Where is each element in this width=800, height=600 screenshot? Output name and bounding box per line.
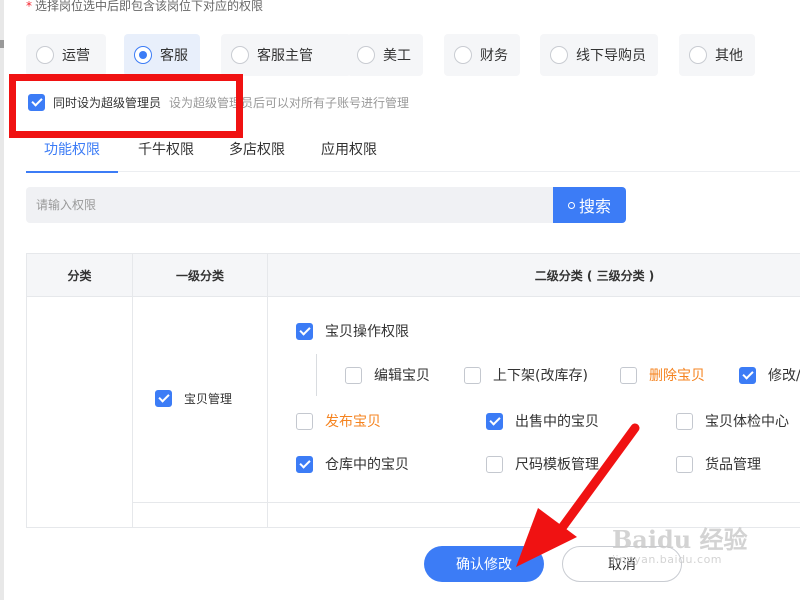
- checkbox[interactable]: [464, 366, 481, 384]
- row-divider: [132, 502, 268, 503]
- checkbox[interactable]: [739, 366, 756, 384]
- role-option-service[interactable]: 客服: [124, 34, 200, 76]
- sub-item-modify[interactable]: 修改/: [739, 365, 800, 385]
- radio-icon: [357, 46, 375, 64]
- role-label: 美工: [383, 48, 411, 64]
- item-label: 发布宝贝: [325, 414, 381, 430]
- role-option-ops[interactable]: 运营: [26, 34, 106, 76]
- tab-function-permissions[interactable]: 功能权限: [26, 140, 118, 173]
- header-level1: 一级分类: [175, 268, 224, 283]
- left-edge-strip: [0, 0, 4, 600]
- group-goods-operations[interactable]: 宝贝操作权限: [296, 321, 409, 341]
- role-label: 客服: [160, 48, 188, 64]
- role-label: 财务: [480, 48, 508, 64]
- baidu-jingyan-watermark: Baidu 经验 jingyan.baidu.com: [612, 520, 748, 566]
- item-label: 编辑宝贝: [374, 368, 430, 384]
- permission-table: 分类 一级分类 二级分类 ( 三级分类 ): [26, 253, 800, 528]
- confirm-button[interactable]: 确认修改: [424, 546, 544, 582]
- checkbox[interactable]: [620, 366, 637, 384]
- item-publish-goods[interactable]: 发布宝贝: [296, 411, 381, 431]
- permission-tabs: 功能权限 千牛权限 多店权限 应用权限: [26, 140, 800, 173]
- checkbox[interactable]: [296, 322, 313, 340]
- header-level2: 二级分类 ( 三级分类 ): [534, 268, 655, 283]
- sub-item-delete-goods[interactable]: 删除宝贝: [620, 365, 705, 385]
- checkbox[interactable]: [296, 455, 313, 473]
- role-label: 运营: [62, 48, 90, 64]
- radio-icon: [689, 46, 707, 64]
- search-icon: [567, 201, 575, 209]
- watermark-logo-text: Baidu 经验: [612, 525, 748, 554]
- required-star: *: [26, 0, 32, 13]
- checkbox[interactable]: [296, 412, 313, 430]
- role-option-other[interactable]: 其他: [679, 34, 755, 76]
- row-divider: [268, 502, 800, 503]
- checkbox[interactable]: [486, 412, 503, 430]
- role-label: 线下导购员: [576, 48, 646, 64]
- search-button-label: 搜索: [578, 197, 611, 216]
- item-label: 尺码模板管理: [515, 457, 599, 473]
- item-label: 删除宝贝: [649, 368, 705, 384]
- sub-item-edit-goods[interactable]: 编辑宝贝: [345, 365, 430, 385]
- item-size-template[interactable]: 尺码模板管理: [486, 454, 599, 474]
- radio-icon: [231, 46, 249, 64]
- search-button[interactable]: 搜索: [553, 187, 626, 223]
- tab-qianniu-permissions[interactable]: 千牛权限: [136, 140, 196, 172]
- item-warehouse-goods[interactable]: 仓库中的宝贝: [296, 454, 409, 474]
- role-hint: * 选择岗位选中后即包含该岗位下对应的权限: [26, 0, 263, 14]
- permission-search-input[interactable]: [26, 187, 553, 223]
- radio-icon: [454, 46, 472, 64]
- tab-multistore-permissions[interactable]: 多店权限: [226, 140, 288, 172]
- checkbox[interactable]: [155, 389, 172, 407]
- header-category: 分类: [67, 268, 92, 283]
- item-label: 修改/: [768, 368, 800, 384]
- item-label: 宝贝操作权限: [325, 324, 409, 340]
- subgroup-indent-line: [316, 354, 317, 396]
- role-hint-text: 选择岗位选中后即包含该岗位下对应的权限: [35, 0, 264, 13]
- item-on-sale-goods[interactable]: 出售中的宝贝: [486, 411, 599, 431]
- checkbox[interactable]: [345, 366, 362, 384]
- radio-icon: [134, 46, 152, 64]
- radio-icon: [550, 46, 568, 64]
- checkbox[interactable]: [486, 455, 503, 473]
- item-goods-check-center[interactable]: 宝贝体检中心: [676, 411, 789, 431]
- column-divider: [267, 254, 268, 527]
- item-label: 上下架(改库存): [493, 368, 588, 384]
- radio-icon: [36, 46, 54, 64]
- role-option-shop-guide[interactable]: 线下导购员: [540, 34, 658, 76]
- left-edge-mark: [0, 40, 4, 48]
- role-option-service-manager[interactable]: 客服主管: [221, 34, 351, 76]
- annotation-highlight-box: [9, 74, 243, 138]
- tab-app-permissions[interactable]: 应用权限: [318, 140, 380, 172]
- item-label: 仓库中的宝贝: [325, 457, 409, 473]
- item-label: 出售中的宝贝: [515, 414, 599, 430]
- permission-search: 搜索: [26, 187, 626, 223]
- sub-item-list-delist[interactable]: 上下架(改库存): [464, 365, 588, 385]
- item-label: 货品管理: [705, 457, 761, 473]
- table-header: 分类 一级分类 二级分类 ( 三级分类 ): [27, 254, 800, 297]
- item-product-management[interactable]: 货品管理: [676, 454, 761, 474]
- role-label: 其他: [715, 48, 743, 64]
- level1-item-goods-management[interactable]: 宝贝管理: [155, 388, 232, 408]
- role-option-finance[interactable]: 财务: [444, 34, 520, 76]
- role-label: 客服主管: [257, 48, 313, 64]
- column-divider: [132, 254, 133, 527]
- role-option-designer[interactable]: 美工: [347, 34, 423, 76]
- item-label: 宝贝管理: [184, 391, 233, 406]
- checkbox[interactable]: [676, 455, 693, 473]
- checkbox[interactable]: [676, 412, 693, 430]
- item-label: 宝贝体检中心: [705, 414, 789, 430]
